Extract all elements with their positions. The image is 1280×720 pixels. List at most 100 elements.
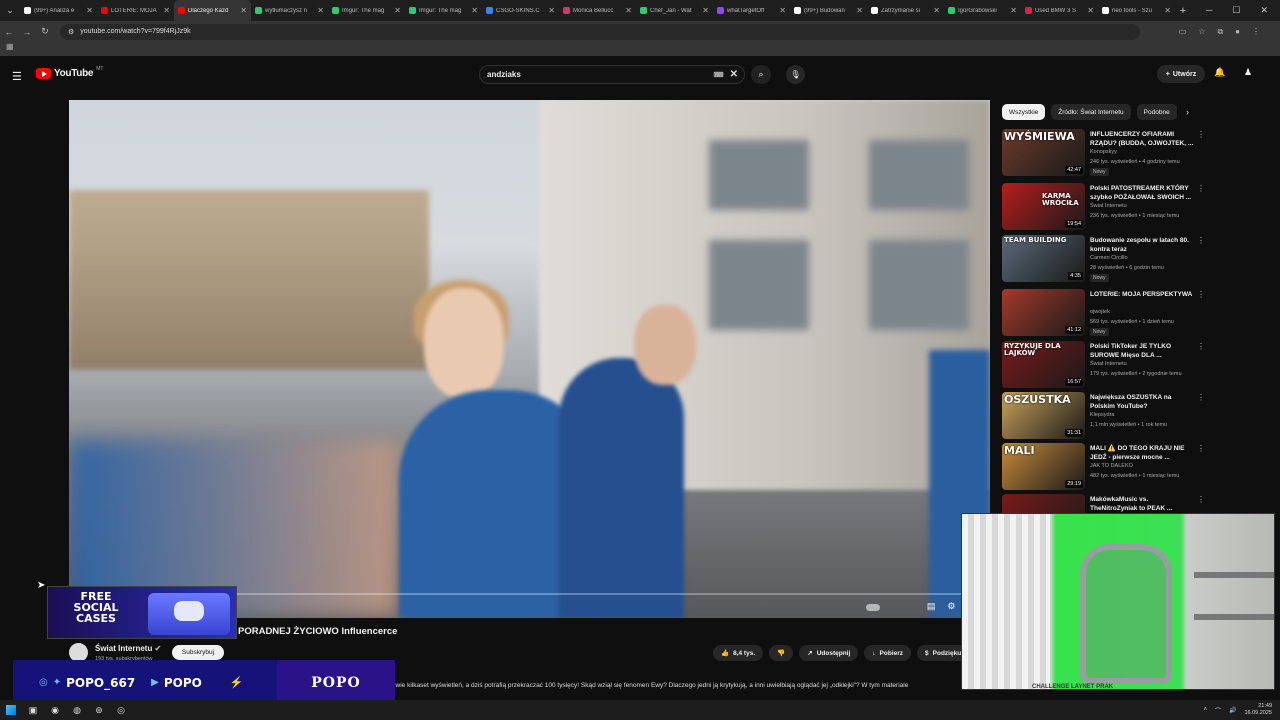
recommended-title[interactable]: Polski TikToker JE TYLKO SUROWE Mięso DL… <box>1090 342 1194 360</box>
maximize-icon[interactable]: ☐ <box>1232 5 1240 16</box>
discord-icon[interactable]: ◉ <box>44 705 66 716</box>
browser-tab[interactable]: Zatrzymanie si ✕ <box>867 0 944 21</box>
profile-icon[interactable]: ● <box>1235 27 1240 37</box>
forward-icon[interactable]: → <box>18 27 36 37</box>
more-options-icon[interactable]: ⋮ <box>1197 495 1205 504</box>
recommended-channel[interactable]: Świat Internetu <box>1090 203 1127 209</box>
recommended-title[interactable]: Największa OSZUSTKA na Polskim YouTube? <box>1090 393 1194 411</box>
share-button[interactable]: ↗ Udostępnij <box>799 645 859 661</box>
steam-icon[interactable]: ⊛ <box>88 705 110 716</box>
recommended-video[interactable]: WYŚMIEWA 42:47 INFLUENCERZY OFIARAMI RZĄDU… <box>1002 129 1272 177</box>
create-button[interactable]: + Utwórz <box>1157 65 1205 83</box>
tab-close-icon[interactable]: ✕ <box>1087 6 1094 15</box>
recommended-video[interactable]: TEAM BUILDING 4:35 Budowanie zespołu w lat… <box>1002 235 1272 283</box>
tray-arrow-icon[interactable]: ˄ <box>1203 707 1207 713</box>
tab-close-icon[interactable]: ✕ <box>86 6 93 15</box>
tab-close-icon[interactable]: ✕ <box>625 6 632 15</box>
cast-icon[interactable]: ▭ <box>1179 27 1187 37</box>
clear-search-icon[interactable]: ✕ <box>730 69 738 80</box>
settings-gear-icon[interactable]: ⚙ <box>947 601 955 612</box>
windows-start-icon[interactable] <box>0 705 22 715</box>
recommended-video[interactable]: RYZYKUJE DLA LAJKÓW 16:57 Polski TikToker … <box>1002 341 1272 389</box>
address-field[interactable]: ⚙ youtube.com/watch?v=799f4RjJz9k <box>60 23 1140 40</box>
browser-tab[interactable]: whatTargetOff ✕ <box>713 0 790 21</box>
browser-tab[interactable]: Used BMW 3 S ✕ <box>1021 0 1098 21</box>
dislike-button[interactable]: 👎 <box>769 645 794 661</box>
recommended-video[interactable]: 41:12 LOTERIE: MOJA PERSPEKTYWA ojwojtek 56… <box>1002 289 1272 337</box>
video-thumbnail[interactable]: WYŚMIEWA 42:47 <box>1002 129 1085 176</box>
youtube-logo[interactable]: YouTube MT <box>36 66 103 79</box>
more-options-icon[interactable]: ⋮ <box>1197 130 1205 139</box>
more-options-icon[interactable]: ⋮ <box>1197 290 1205 299</box>
taskbar-clock[interactable]: 21:49 16.09.2025 <box>1244 703 1272 717</box>
like-button[interactable]: 👍 8,4 tys. <box>713 645 764 661</box>
video-description[interactable]: zaledwie kilkaset wyświetleń, a dziś pot… <box>380 682 960 700</box>
subscribe-button[interactable]: Subskrybuj <box>172 645 224 660</box>
tab-close-icon[interactable]: ✕ <box>702 6 709 15</box>
chevron-right-icon[interactable]: › <box>1186 107 1189 117</box>
browser-tab[interactable]: Imgur: The mag ✕ <box>405 0 482 21</box>
more-options-icon[interactable]: ⋮ <box>1197 184 1205 193</box>
recommended-video[interactable]: OSZUSTKA 31:31 Największa OSZUSTKA na Pols… <box>1002 392 1272 440</box>
recommended-channel[interactable]: Konopskyy <box>1090 149 1117 155</box>
channel-name[interactable]: Świat Internetu ✔ <box>95 644 161 653</box>
recommended-title[interactable]: MakówkaMusic vs. TheNitroZyniak to PEAK … <box>1090 495 1194 513</box>
browser-tab[interactable]: Imgur: The mag ✕ <box>328 0 405 21</box>
network-icon[interactable]: ⌒ <box>1215 706 1221 715</box>
recommended-channel[interactable]: ojwojtek <box>1090 309 1110 315</box>
video-thumbnail[interactable]: 41:12 <box>1002 289 1085 336</box>
video-thumbnail[interactable]: RYZYKUJE DLA LAJKÓW 16:57 <box>1002 341 1085 388</box>
tab-close-icon[interactable]: ✕ <box>1164 6 1171 15</box>
browser-tab[interactable]: IgorGrabowski ✕ <box>944 0 1021 21</box>
keyboard-icon[interactable]: ⌨ <box>714 71 724 79</box>
browser-menu-icon[interactable]: ⋮ <box>1252 27 1260 37</box>
recommended-channel[interactable]: Klepsydra <box>1090 412 1114 418</box>
tab-close-icon[interactable]: ✕ <box>856 6 863 15</box>
search-input[interactable]: andziaks ⌨ ✕ <box>479 65 745 84</box>
browser-tab[interactable]: neo tools - Szu ✕ <box>1098 0 1175 21</box>
browser-tab[interactable]: wytłumaczysz n ✕ <box>251 0 328 21</box>
tab-search-icon[interactable]: ⌄ <box>0 0 20 21</box>
video-thumbnail[interactable]: KARMA WRÓCIŁA 19:54 <box>1002 183 1085 230</box>
autoplay-toggle[interactable] <box>866 604 880 611</box>
task-view-icon[interactable]: ▣ <box>22 705 44 716</box>
browser-tab[interactable]: CSGO-SKINS.C ✕ <box>482 0 559 21</box>
extensions-icon[interactable]: ⧉ <box>1217 27 1223 37</box>
tab-close-icon[interactable]: ✕ <box>240 6 247 15</box>
recommended-title[interactable]: Polski PATOSTREAMER KTÓRY szybko POŻAŁOW… <box>1090 184 1194 202</box>
site-info-icon[interactable]: ⚙ <box>68 28 74 36</box>
recommended-video[interactable]: KARMA WRÓCIŁA 19:54 Polski PATOSTREAMER KT… <box>1002 183 1272 231</box>
download-button[interactable]: ↓ Pobierz <box>864 645 912 661</box>
recommended-title[interactable]: Budowanie zespołu w latach 80. kontra te… <box>1090 236 1194 254</box>
back-icon[interactable]: ← <box>0 27 18 37</box>
volume-icon[interactable]: 🔊 <box>1229 707 1236 714</box>
search-button[interactable]: ⌕ <box>751 65 771 84</box>
obs-icon[interactable]: ◎ <box>110 705 132 716</box>
reload-icon[interactable]: ↻ <box>36 26 54 37</box>
subtitles-icon[interactable]: ▤ <box>927 601 936 612</box>
tab-close-icon[interactable]: ✕ <box>779 6 786 15</box>
tab-close-icon[interactable]: ✕ <box>317 6 324 15</box>
more-options-icon[interactable]: ⋮ <box>1197 444 1205 453</box>
tab-close-icon[interactable]: ✕ <box>394 6 401 15</box>
recommended-video[interactable]: MALI 29:19 MALI ⚠️ DO TEGO KRAJU NIE JEDŹ … <box>1002 443 1272 491</box>
recommended-channel[interactable]: Świat Internetu <box>1090 361 1127 367</box>
apps-grid-icon[interactable]: ▦ <box>6 42 14 51</box>
tab-close-icon[interactable]: ✕ <box>933 6 940 15</box>
recommended-channel[interactable]: Carmen Circillo <box>1090 255 1128 261</box>
browser-tab[interactable]: LOTERIE: MOJA ✕ <box>97 0 174 21</box>
video-player[interactable]: ▤ ⚙ ▭ <box>69 100 990 618</box>
more-options-icon[interactable]: ⋮ <box>1197 342 1205 351</box>
bookmark-star-icon[interactable]: ☆ <box>1198 27 1205 37</box>
browser-tab[interactable]: (99+) Budowan ✕ <box>790 0 867 21</box>
recommended-channel[interactable]: JAK TO DALEKO <box>1090 463 1133 469</box>
video-thumbnail[interactable]: TEAM BUILDING 4:35 <box>1002 235 1085 282</box>
guide-menu-icon[interactable]: ☰ <box>12 70 22 83</box>
voice-search-button[interactable]: 🎙 <box>786 65 805 84</box>
minimize-icon[interactable]: ─ <box>1206 5 1212 16</box>
chrome-icon[interactable]: ◍ <box>66 705 88 716</box>
more-options-icon[interactable]: ⋮ <box>1197 236 1205 245</box>
recommended-title[interactable]: LOTERIE: MOJA PERSPEKTYWA <box>1090 290 1194 299</box>
browser-tab[interactable]: Monica Bellucc ✕ <box>559 0 636 21</box>
filter-chip[interactable]: Wszystkie <box>1002 104 1046 120</box>
